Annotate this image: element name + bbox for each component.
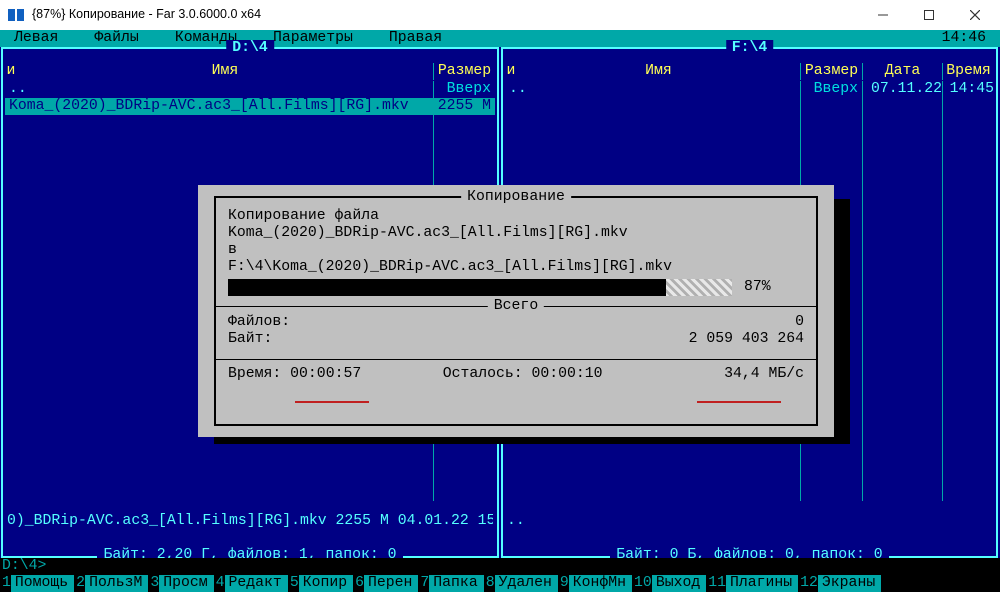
hdr-i: и — [5, 63, 17, 80]
col-sep — [942, 81, 943, 500]
panel-left-header: и Имя Размер — [5, 63, 495, 80]
parent-row-left[interactable]: .. Вверх — [5, 81, 495, 98]
dlg-progress: 87% — [228, 279, 804, 296]
f2[interactable]: 2ПользМ — [74, 575, 148, 592]
minimize-button[interactable] — [860, 0, 906, 30]
keybar: 1Помощь 2ПользМ 3Просм 4Редакт 5Копир 6П… — [0, 575, 1000, 592]
window-title: {87%} Копирование - Far 3.0.6000.0 x64 — [32, 6, 261, 23]
col-sep — [862, 81, 863, 500]
panel-right-header: и Имя Размер Дата Время — [505, 63, 994, 80]
f12[interactable]: 12Экраны — [798, 575, 881, 592]
speed: 34,4 МБ/с — [684, 366, 804, 383]
file-row-selected[interactable]: Koma_(2020)_BDRip-AVC.ac3_[All.Films][RG… — [5, 98, 495, 115]
window-titlebar: {87%} Копирование - Far 3.0.6000.0 x64 — [0, 0, 1000, 30]
elapsed: 00:00:57 — [290, 366, 361, 382]
progress-fill — [228, 279, 666, 296]
file-name: Koma_(2020)_BDRip-AVC.ac3_[All.Films][RG… — [5, 98, 433, 115]
menu-left[interactable]: Левая — [14, 30, 58, 47]
parent-row-right[interactable]: .. Вверх 07.11.22 14:45 — [505, 81, 994, 98]
hdr-size[interactable]: Размер — [433, 63, 495, 80]
app-icon — [8, 7, 24, 23]
bottom-sep — [216, 359, 816, 360]
dlg-time: Время: 00:00:57 Осталось: 00:00:10 34,4 … — [228, 366, 804, 383]
panel-left-path[interactable]: D:\4 — [226, 40, 274, 57]
progress-bar — [228, 279, 732, 296]
parent-size-label: Вверх — [433, 81, 495, 98]
f7[interactable]: 7Папка — [418, 575, 483, 592]
maximize-button[interactable] — [906, 0, 952, 30]
dlg-src: Koma_(2020)_BDRip-AVC.ac3_[All.Films][RG… — [228, 225, 804, 242]
f4[interactable]: 4Редакт — [214, 575, 288, 592]
menu-options[interactable]: Параметры — [273, 30, 353, 47]
close-button[interactable] — [952, 0, 998, 30]
f5[interactable]: 5Копир — [288, 575, 353, 592]
panel-right-footer-file: .. — [507, 513, 992, 530]
f8[interactable]: 8Удален — [484, 575, 558, 592]
f10[interactable]: 10Выход — [632, 575, 706, 592]
parent-time: 14:45 — [942, 81, 994, 98]
hdr-size[interactable]: Размер — [800, 63, 862, 80]
annotation-underline-speed — [697, 401, 781, 403]
clock: 14:46 — [942, 30, 986, 47]
dlg-copying-label: Копирование файла — [228, 208, 804, 225]
parent-label: .. — [5, 81, 433, 98]
dlg-to-label: в — [228, 242, 804, 259]
parent-label: .. — [505, 81, 800, 98]
panel-right-path[interactable]: F:\4 — [726, 40, 774, 57]
menu-right[interactable]: Правая — [389, 30, 442, 47]
hdr-i: и — [505, 63, 517, 80]
dialog-title: Копирование — [461, 189, 571, 206]
panel-left-footer-file: 0)_BDRip-AVC.ac3_[All.Films][RG].mkv 225… — [7, 513, 493, 530]
f6[interactable]: 6Перен — [353, 575, 418, 592]
f9[interactable]: 9КонфМн — [558, 575, 632, 592]
hdr-name[interactable]: Имя — [17, 63, 433, 80]
f1[interactable]: 1Помощь — [0, 575, 74, 592]
dlg-files: Файлов:0 — [228, 314, 804, 331]
menu-files[interactable]: Файлы — [94, 30, 138, 47]
f11[interactable]: 11Плагины — [706, 575, 798, 592]
progress-pct: 87% — [744, 279, 771, 296]
dlg-bytes: Байт:2 059 403 264 — [228, 331, 804, 348]
hdr-date[interactable]: Дата — [862, 63, 942, 80]
parent-date: 07.11.22 — [862, 81, 942, 98]
copy-dialog: Копирование Копирование файла Koma_(2020… — [198, 185, 834, 437]
eta: 00:00:10 — [531, 366, 602, 382]
menu-bar: Левая Файлы Команды Параметры Правая 14:… — [0, 30, 1000, 47]
total-sep: Всего — [216, 306, 816, 307]
parent-size-label: Вверх — [800, 81, 862, 98]
dlg-dst: F:\4\Koma_(2020)_BDRip-AVC.ac3_[All.Film… — [228, 259, 804, 276]
hdr-time[interactable]: Время — [942, 63, 994, 80]
file-size: 2255 M — [433, 98, 495, 115]
f3[interactable]: 3Просм — [148, 575, 213, 592]
hdr-name[interactable]: Имя — [517, 63, 800, 80]
annotation-underline-elapsed — [295, 401, 369, 403]
command-line[interactable]: D:\4> — [0, 558, 1000, 575]
